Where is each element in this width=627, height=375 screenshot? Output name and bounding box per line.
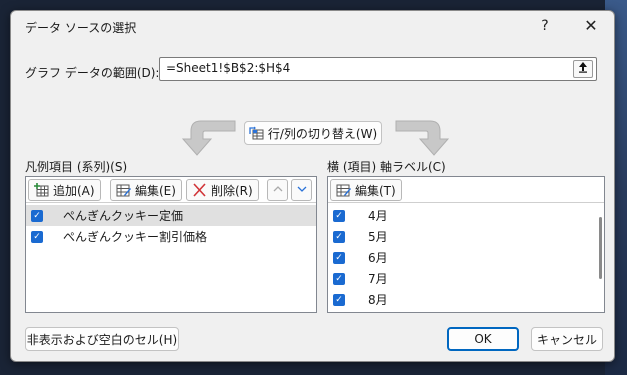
- edit-series-label: 編集(E): [135, 183, 176, 198]
- curved-arrow-right-icon: [394, 117, 454, 160]
- checkbox[interactable]: ✓: [333, 251, 345, 264]
- list-item[interactable]: ✓ ぺんぎんクッキー割引価格: [26, 226, 316, 247]
- axis-labels-panel: 編集(T) ✓ 4月 ✓ 5月 ✓ 6月 ✓ 7月 ✓ 8月: [327, 176, 605, 313]
- list-item[interactable]: ✓ 8月: [328, 289, 604, 310]
- legend-entries-panel: 追加(A) 編集(E) 削除(R) ✓ ぺんぎんクッキー定価 ✓ ぺんぎんクッキ…: [25, 176, 317, 313]
- move-up-button[interactable]: [267, 179, 288, 201]
- chart-data-range-label: グラフ データの範囲(D):: [25, 66, 160, 80]
- switch-row-column-button[interactable]: 行/列の切り替え(W): [244, 121, 382, 145]
- legend-entries-label: 凡例項目 (系列)(S): [25, 160, 128, 174]
- checkbox[interactable]: ✓: [31, 209, 43, 222]
- checkbox[interactable]: ✓: [333, 209, 345, 222]
- add-table-icon: [34, 183, 49, 197]
- edit-axis-labels-button[interactable]: 編集(T): [330, 179, 402, 201]
- axis-label-text: 4月: [368, 209, 388, 223]
- series-name: ぺんぎんクッキー割引価格: [63, 230, 208, 244]
- series-name: ぺんぎんクッキー定価: [63, 209, 184, 223]
- move-down-button[interactable]: [291, 179, 312, 201]
- legend-toolbar: 追加(A) 編集(E) 削除(R): [26, 177, 316, 203]
- select-data-source-dialog: データ ソースの選択 ? ✕ グラフ データの範囲(D): =Sheet1!$B…: [10, 10, 615, 362]
- checkbox[interactable]: ✓: [333, 293, 345, 306]
- list-item[interactable]: ✓ 4月: [328, 205, 604, 226]
- axis-label-text: 8月: [368, 293, 388, 307]
- axis-labels-list: ✓ 4月 ✓ 5月 ✓ 6月 ✓ 7月 ✓ 8月: [328, 205, 604, 312]
- checkbox[interactable]: ✓: [333, 230, 345, 243]
- add-series-button[interactable]: 追加(A): [28, 179, 101, 201]
- delete-series-label: 削除(R): [211, 183, 253, 198]
- ok-button[interactable]: OK: [447, 327, 519, 351]
- list-item[interactable]: ✓ 6月: [328, 247, 604, 268]
- switch-row-column-icon: [249, 126, 264, 140]
- collapse-dialog-button[interactable]: [573, 60, 593, 78]
- edit-table-icon: [116, 183, 131, 197]
- title-bar: データ ソースの選択 ? ✕: [11, 11, 614, 41]
- axis-label-text: 6月: [368, 251, 388, 265]
- checkbox[interactable]: ✓: [333, 272, 345, 285]
- edit-series-button[interactable]: 編集(E): [110, 179, 182, 201]
- dialog-title: データ ソースの選択: [25, 21, 137, 35]
- chevron-down-icon: [297, 183, 307, 196]
- help-button[interactable]: ?: [523, 11, 567, 41]
- checkbox[interactable]: ✓: [31, 230, 43, 243]
- axis-label-text: 7月: [368, 272, 388, 286]
- add-series-label: 追加(A): [53, 183, 95, 198]
- list-item[interactable]: ✓ ぺんぎんクッキー定価: [26, 205, 316, 226]
- delete-x-icon: [192, 183, 207, 197]
- curved-arrow-left-icon: [177, 117, 237, 160]
- edit-table-icon: [336, 183, 351, 197]
- cancel-button[interactable]: キャンセル: [531, 327, 603, 351]
- chart-data-range-input[interactable]: =Sheet1!$B$2:$H$4: [159, 57, 597, 81]
- hidden-empty-cells-button[interactable]: 非表示および空白のセル(H): [25, 327, 179, 351]
- edit-axis-labels-label: 編集(T): [355, 183, 396, 198]
- delete-series-button[interactable]: 削除(R): [186, 179, 259, 201]
- upload-arrow-icon: [578, 62, 588, 76]
- axis-label-text: 5月: [368, 230, 388, 244]
- chevron-up-icon: [273, 183, 283, 196]
- vertical-scrollbar[interactable]: [599, 217, 602, 279]
- switch-row-column-label: 行/列の切り替え(W): [267, 126, 378, 141]
- legend-entries-list: ✓ ぺんぎんクッキー定価 ✓ ぺんぎんクッキー割引価格: [26, 205, 316, 312]
- close-button[interactable]: ✕: [569, 11, 613, 41]
- axis-toolbar: 編集(T): [328, 177, 604, 203]
- list-item[interactable]: ✓ 7月: [328, 268, 604, 289]
- list-item[interactable]: ✓ 5月: [328, 226, 604, 247]
- axis-labels-label: 横 (項目) 軸ラベル(C): [327, 160, 446, 174]
